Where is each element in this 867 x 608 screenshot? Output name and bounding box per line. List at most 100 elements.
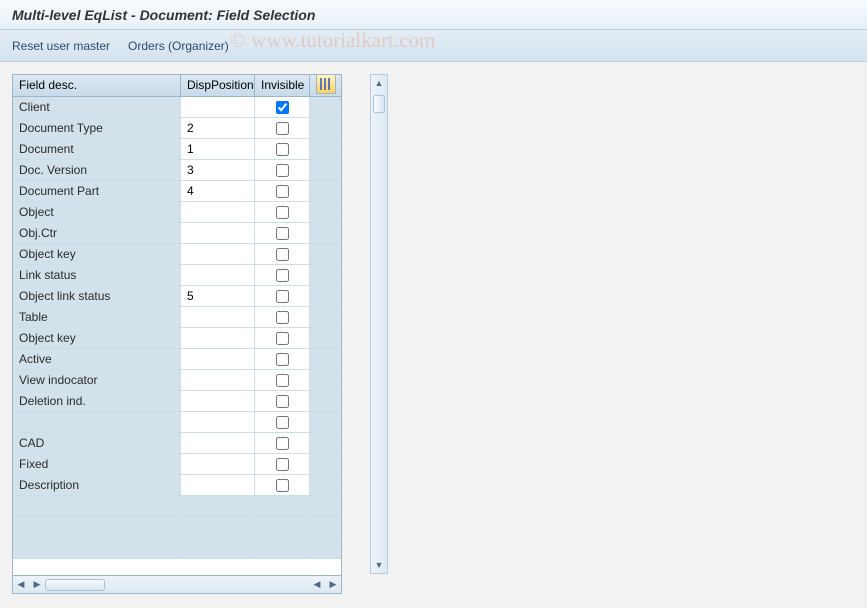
invisible-checkbox[interactable] (276, 479, 289, 492)
cell-disp-position[interactable] (181, 391, 255, 411)
invisible-checkbox[interactable] (276, 143, 289, 156)
v-scroll-track[interactable] (371, 117, 387, 557)
invisible-checkbox[interactable] (276, 353, 289, 366)
invisible-checkbox[interactable] (276, 395, 289, 408)
cell-disp-position[interactable] (181, 223, 255, 243)
table-row[interactable]: Link status (13, 265, 341, 286)
invisible-checkbox[interactable] (276, 164, 289, 177)
invisible-checkbox[interactable] (276, 332, 289, 345)
cell-disp-position[interactable] (181, 244, 255, 264)
cell-invisible (255, 244, 310, 264)
empty-cell (13, 517, 181, 537)
cell-disp-position[interactable]: 2 (181, 118, 255, 138)
cell-field-desc: Table (13, 307, 181, 327)
cell-field-desc: Active (13, 349, 181, 369)
cell-disp-position[interactable] (181, 307, 255, 327)
vertical-scrollbar[interactable]: ▲ ▼ (370, 74, 388, 574)
cell-extra (310, 265, 341, 285)
invisible-checkbox[interactable] (276, 227, 289, 240)
table-row[interactable]: Deletion ind. (13, 391, 341, 412)
cell-invisible (255, 454, 310, 474)
cell-disp-position[interactable] (181, 412, 255, 432)
scroll-down-icon[interactable]: ▼ (371, 557, 387, 573)
invisible-checkbox[interactable] (276, 101, 289, 114)
cell-extra (310, 160, 341, 180)
horizontal-scrollbar[interactable]: ◀ ▶ ◀ ▶ (13, 575, 341, 593)
h-scroll-thumb[interactable] (45, 579, 105, 591)
orders-organizer-button[interactable]: Orders (Organizer) (128, 39, 229, 53)
cell-extra (310, 118, 341, 138)
invisible-checkbox[interactable] (276, 248, 289, 261)
invisible-checkbox[interactable] (276, 437, 289, 450)
cell-field-desc: Doc. Version (13, 160, 181, 180)
table-row[interactable]: Description (13, 475, 341, 496)
cell-disp-position[interactable] (181, 328, 255, 348)
cell-invisible (255, 391, 310, 411)
table-row[interactable]: Document Part4 (13, 181, 341, 202)
table-row[interactable]: Obj.Ctr (13, 223, 341, 244)
cell-extra (310, 244, 341, 264)
table-row[interactable]: CAD (13, 433, 341, 454)
table-row[interactable]: Object link status5 (13, 286, 341, 307)
cell-extra (310, 139, 341, 159)
table-row[interactable]: Document Type2 (13, 118, 341, 139)
invisible-checkbox[interactable] (276, 416, 289, 429)
reset-user-master-button[interactable]: Reset user master (12, 39, 110, 53)
invisible-checkbox[interactable] (276, 290, 289, 303)
empty-cell (13, 496, 181, 516)
cell-disp-position[interactable] (181, 475, 255, 495)
col-header-invisible[interactable]: Invisible (255, 75, 310, 96)
scroll-up-icon[interactable]: ▲ (371, 75, 387, 91)
invisible-checkbox[interactable] (276, 206, 289, 219)
invisible-checkbox[interactable] (276, 374, 289, 387)
cell-disp-position[interactable]: 1 (181, 139, 255, 159)
cell-disp-position[interactable] (181, 433, 255, 453)
cell-disp-position[interactable]: 5 (181, 286, 255, 306)
table-row[interactable]: View indocator (13, 370, 341, 391)
cell-invisible (255, 370, 310, 390)
cell-field-desc: Obj.Ctr (13, 223, 181, 243)
scroll-left-end-icon[interactable]: ◀ (309, 577, 325, 593)
cell-field-desc: Deletion ind. (13, 391, 181, 411)
cell-disp-position[interactable] (181, 202, 255, 222)
invisible-checkbox[interactable] (276, 185, 289, 198)
invisible-checkbox[interactable] (276, 122, 289, 135)
cell-extra (310, 391, 341, 411)
table-row[interactable]: Object key (13, 244, 341, 265)
cell-extra (310, 286, 341, 306)
cell-field-desc: View indocator (13, 370, 181, 390)
v-scroll-thumb[interactable] (373, 95, 385, 113)
cell-disp-position[interactable] (181, 454, 255, 474)
page-title: Multi-level EqList - Document: Field Sel… (12, 7, 315, 23)
invisible-checkbox[interactable] (276, 269, 289, 282)
cell-extra (310, 370, 341, 390)
cell-disp-position[interactable]: 4 (181, 181, 255, 201)
table-row[interactable]: Object key (13, 328, 341, 349)
table-row[interactable]: Active (13, 349, 341, 370)
table-row[interactable]: Document1 (13, 139, 341, 160)
cell-field-desc: Client (13, 97, 181, 117)
cell-disp-position[interactable]: 3 (181, 160, 255, 180)
table-row[interactable]: Object (13, 202, 341, 223)
table-row[interactable]: Table (13, 307, 341, 328)
table-settings-icon[interactable] (316, 74, 336, 94)
table-row-empty (13, 538, 341, 559)
cell-disp-position[interactable] (181, 370, 255, 390)
table-row[interactable]: Fixed (13, 454, 341, 475)
invisible-checkbox[interactable] (276, 458, 289, 471)
invisible-checkbox[interactable] (276, 311, 289, 324)
cell-invisible (255, 265, 310, 285)
col-header-field-desc[interactable]: Field desc. (13, 75, 181, 96)
col-header-disp-position[interactable]: DispPosition (181, 75, 255, 96)
scroll-left-icon[interactable]: ◀ (13, 577, 29, 593)
scroll-right-inner-icon[interactable]: ▶ (29, 577, 45, 593)
cell-disp-position[interactable] (181, 265, 255, 285)
cell-invisible (255, 181, 310, 201)
table-row[interactable]: Client (13, 97, 341, 118)
cell-invisible (255, 97, 310, 117)
cell-disp-position[interactable] (181, 97, 255, 117)
table-row[interactable] (13, 412, 341, 433)
table-row[interactable]: Doc. Version3 (13, 160, 341, 181)
cell-disp-position[interactable] (181, 349, 255, 369)
scroll-right-end-icon[interactable]: ▶ (325, 577, 341, 593)
